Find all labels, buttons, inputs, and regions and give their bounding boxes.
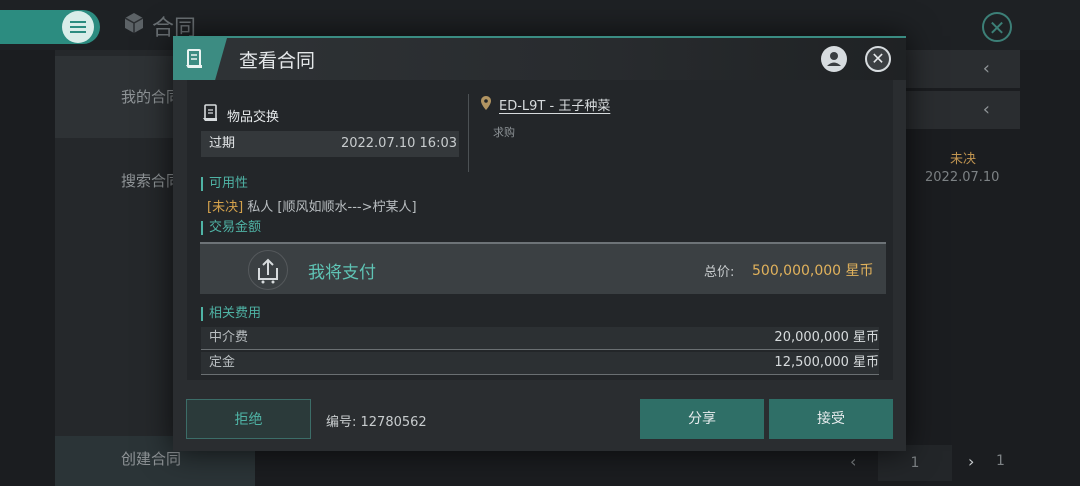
payment-emblem-icon [248, 250, 288, 290]
expire-label: 过期 [209, 136, 236, 151]
view-contract-dialog: 查看合同 ✕ 物品交换 过期 2022.07.10 16:03 ED-L9T -… [173, 36, 906, 451]
expire-row: 过期 2022.07.10 16:03 [201, 131, 459, 157]
total-price-value: 500,000,000 星币 [752, 263, 874, 279]
expire-date: 2022.07.10 16:03 [340, 136, 457, 151]
fee-row-brokerage: 中介费 20,000,000 星币 [201, 327, 879, 350]
share-button[interactable]: 分享 [640, 399, 764, 439]
divider [468, 94, 469, 172]
user-profile-icon[interactable] [821, 46, 847, 72]
i-will-pay-label: 我将支付 [308, 263, 376, 283]
prev-page-icon[interactable]: ‹ [850, 452, 856, 471]
pending-status: [未决] [207, 200, 244, 215]
menu-icon[interactable] [62, 11, 94, 43]
request-type: 求购 [493, 126, 515, 139]
reject-button[interactable]: 拒绝 [186, 399, 311, 439]
dialog-header: 查看合同 ✕ [173, 36, 906, 80]
contract-scroll-icon [173, 38, 227, 80]
amount-section-title: 交易金额 [201, 221, 261, 235]
contract-number: 编号: 12780562 [326, 415, 427, 430]
next-page-icon[interactable]: › [968, 452, 974, 471]
background-close-button[interactable]: ✕ [982, 12, 1012, 42]
total-price-label: 总价: [704, 265, 735, 280]
map-pin-icon [481, 95, 491, 114]
availability-section-title: 可用性 [201, 177, 248, 191]
fees-section-title: 相关费用 [201, 307, 261, 321]
dialog-title: 查看合同 [239, 50, 316, 72]
trade-type: 物品交换 [203, 104, 279, 126]
page-total: 1 [996, 453, 1005, 469]
availability-text: [未决] 私人 [顺风如顺水--->柠某人] [207, 200, 417, 215]
close-button[interactable]: ✕ [865, 46, 891, 72]
chevron-left-icon[interactable]: ‹ [905, 50, 1020, 88]
accept-button[interactable]: 接受 [769, 399, 893, 439]
contract-details: 物品交换 过期 2022.07.10 16:03 ED-L9T - 王子种菜 求… [187, 80, 893, 380]
location-link[interactable]: ED-L9T - 王子种菜 [481, 95, 610, 114]
chevron-left-icon[interactable]: ‹ [905, 91, 1020, 129]
cube-icon [122, 11, 146, 41]
fee-row-deposit: 定金 12,500,000 星币 [201, 352, 879, 375]
payment-box: 我将支付 总价: 500,000,000 星币 [200, 242, 886, 294]
list-status-badge: 未决 [949, 152, 976, 167]
item-exchange-icon [203, 104, 219, 126]
list-date: 2022.07.10 [925, 170, 1000, 185]
